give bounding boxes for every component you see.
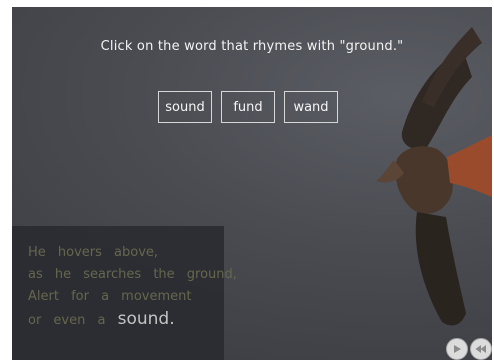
rewind-icon	[475, 345, 486, 353]
poem-line-2: as he searches the ground,	[28, 267, 237, 282]
choice-sound[interactable]: sound	[158, 91, 212, 123]
poem-line-3: Alert for a movement	[28, 289, 192, 304]
choice-fund[interactable]: fund	[221, 91, 275, 123]
choice-wand[interactable]: wand	[284, 91, 338, 123]
question-prompt: Click on the word that rhymes with "grou…	[100, 39, 404, 54]
poem-line-4: or even a sound.	[28, 308, 224, 332]
play-button[interactable]	[446, 338, 468, 360]
media-controls	[446, 338, 492, 360]
activity-frame: Click on the word that rhymes with "grou…	[12, 7, 492, 360]
poem-line-1: He hovers above,	[28, 245, 159, 260]
play-icon	[454, 345, 461, 353]
poem-highlight-word: sound.	[117, 309, 175, 329]
stage: Click on the word that rhymes with "grou…	[0, 0, 494, 360]
hawk-image	[376, 27, 492, 326]
poem-box: He hovers above, as he searches the grou…	[12, 226, 237, 360]
poem-line-4-text: or even a	[28, 313, 106, 328]
answer-choices: sound fund wand	[158, 91, 338, 123]
rewind-button[interactable]	[470, 338, 492, 360]
